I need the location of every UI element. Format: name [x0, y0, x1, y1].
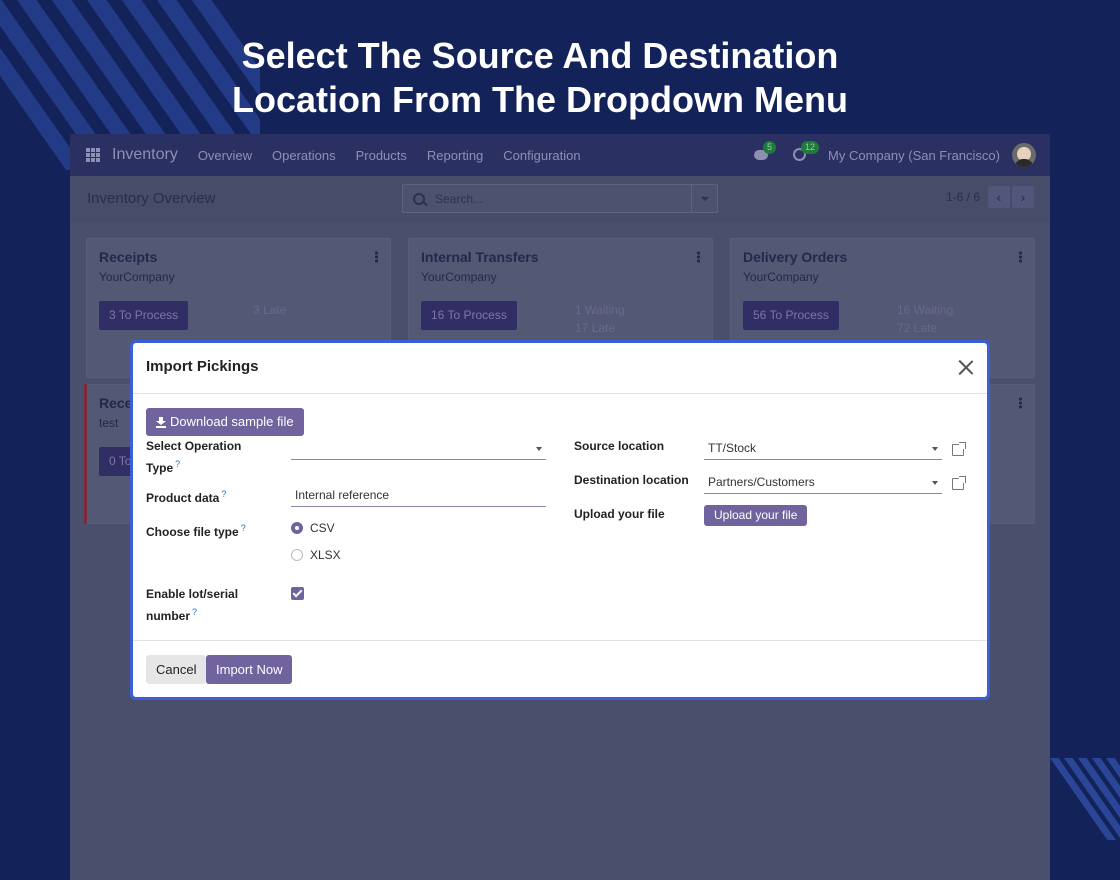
product-data-label: Product data? [146, 485, 226, 507]
radio-unchecked-icon [291, 549, 303, 561]
pager-value: 1-6 / 6 [945, 190, 980, 204]
stat-late[interactable]: 17 Late [575, 319, 615, 337]
pager: 1-6 / 6 ‹ › [946, 186, 1034, 208]
dialog-header: Import Pickings [133, 343, 987, 394]
destination-location-select[interactable]: Partners/Customers [704, 472, 942, 494]
headline-line-2: Location From The Dropdown Menu [232, 79, 848, 120]
file-type-xlsx-radio[interactable]: XLSX [291, 548, 341, 562]
chevron-down-icon [932, 447, 938, 451]
card-title[interactable]: Rece [99, 395, 132, 411]
external-link-icon[interactable] [952, 442, 966, 456]
stat-waiting[interactable]: 16 Waiting [897, 301, 953, 319]
card-menu-icon[interactable] [1019, 397, 1022, 409]
operation-type-label-line-1: Select Operation [146, 439, 242, 453]
card-accent-bar [84, 384, 87, 524]
search-placeholder: Search... [435, 191, 484, 206]
card-title[interactable]: Internal Transfers [421, 249, 539, 265]
stat-waiting[interactable]: 1 Waiting [575, 301, 625, 319]
file-type-label: Choose file type? [146, 519, 246, 541]
messages-badge: 5 [763, 141, 777, 154]
card-company: YourCompany [421, 270, 497, 284]
file-type-label-text: Choose file type [146, 525, 239, 539]
import-pickings-dialog: Import Pickings Download sample file Sel… [130, 340, 990, 700]
source-location-value: TT/Stock [708, 441, 757, 455]
headline-line-1: Select The Source And Destination [241, 35, 839, 76]
headline: Select The Source And Destination Locati… [0, 34, 1080, 122]
menu-overview[interactable]: Overview [198, 148, 252, 163]
pager-previous-button[interactable]: ‹ [988, 186, 1010, 208]
menu-products[interactable]: Products [356, 148, 407, 163]
pager-next-button[interactable]: › [1012, 186, 1034, 208]
card-menu-icon[interactable] [697, 251, 700, 263]
import-now-button[interactable]: Import Now [206, 655, 293, 684]
product-data-label-text: Product data [146, 491, 220, 505]
stat-late[interactable]: 3 Late [253, 301, 286, 319]
operation-type-label-line-2: Type [146, 461, 174, 475]
lot-serial-label-line-1: Enable lot/serial [146, 587, 239, 601]
help-icon[interactable]: ? [221, 489, 226, 499]
operation-type-label: Select Operation Type? [146, 437, 241, 477]
download-button-label: Download sample file [170, 414, 294, 429]
chevron-down-icon [932, 481, 938, 485]
source-location-label: Source location [574, 439, 665, 453]
chevron-down-icon [536, 447, 542, 451]
file-type-csv-label: CSV [310, 521, 335, 535]
stat-late[interactable]: 72 Late [897, 319, 937, 337]
app-brand[interactable]: Inventory [112, 146, 178, 164]
activities-clock-icon[interactable]: 12 [792, 141, 820, 163]
destination-location-label: Destination location [574, 473, 689, 487]
help-icon[interactable]: ? [192, 607, 197, 617]
external-link-icon[interactable] [952, 476, 966, 490]
page-title: Inventory Overview [87, 190, 216, 207]
help-icon[interactable]: ? [241, 523, 246, 533]
card-company: YourCompany [743, 270, 819, 284]
search-input[interactable]: Search... [402, 184, 718, 213]
download-sample-file-button[interactable]: Download sample file [146, 408, 304, 436]
cancel-button[interactable]: Cancel [146, 655, 207, 684]
to-process-button[interactable]: 16 To Process [421, 301, 517, 330]
product-data-select[interactable]: Internal reference [291, 485, 546, 507]
card-title[interactable]: Delivery Orders [743, 249, 847, 265]
card-menu-icon[interactable] [1019, 251, 1022, 263]
user-avatar[interactable] [1012, 143, 1036, 167]
search-options-toggle[interactable] [691, 185, 717, 212]
to-process-button[interactable]: 56 To Process [743, 301, 839, 330]
file-type-xlsx-label: XLSX [310, 548, 341, 562]
to-process-button[interactable]: 3 To Process [99, 301, 189, 330]
decorative-stripes-bottom-right [1050, 758, 1120, 840]
card-company: test [99, 416, 119, 430]
apps-grid-icon[interactable] [86, 148, 100, 162]
card-title[interactable]: Receipts [99, 249, 157, 265]
company-switcher[interactable]: My Company (San Francisco) [828, 148, 1000, 163]
destination-location-value: Partners/Customers [708, 475, 815, 489]
dialog-title: Import Pickings [146, 358, 259, 375]
card-company: YourCompany [99, 270, 175, 284]
control-panel: Inventory Overview Search... 1-6 / 6 ‹ › [70, 176, 1050, 222]
lot-serial-checkbox[interactable] [291, 587, 304, 600]
radio-checked-icon [291, 522, 303, 534]
operation-type-select[interactable] [291, 438, 546, 460]
activities-badge: 12 [801, 141, 820, 154]
lot-serial-label: Enable lot/serial number? [146, 585, 238, 625]
product-data-value: Internal reference [295, 488, 390, 502]
file-type-csv-radio[interactable]: CSV [291, 521, 335, 535]
menu-operations[interactable]: Operations [272, 148, 336, 163]
messages-icon[interactable]: 5 [754, 141, 777, 163]
help-icon[interactable]: ? [175, 459, 180, 469]
upload-file-label: Upload your file [574, 507, 665, 521]
upload-file-button[interactable]: Upload your file [704, 505, 808, 526]
dialog-footer: Cancel Import Now [133, 640, 987, 697]
menu-reporting[interactable]: Reporting [427, 148, 483, 163]
card-menu-icon[interactable] [375, 251, 378, 263]
search-icon [413, 192, 425, 205]
close-icon[interactable] [958, 360, 973, 375]
top-navbar: Inventory Overview Operations Products R… [70, 134, 1050, 176]
lot-serial-label-line-2: number [146, 609, 191, 623]
source-location-select[interactable]: TT/Stock [704, 438, 942, 460]
download-icon [156, 416, 166, 428]
menu-configuration[interactable]: Configuration [503, 148, 580, 163]
